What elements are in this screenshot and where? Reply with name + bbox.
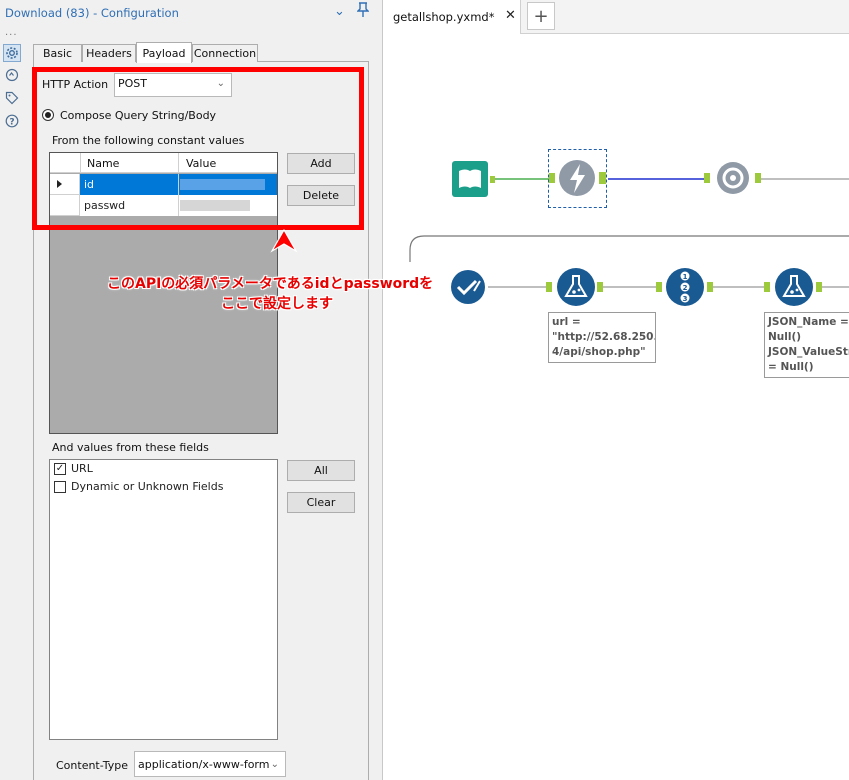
callout-arrow-icon <box>270 229 298 253</box>
content-type-label: Content-Type <box>56 759 128 772</box>
chevron-down-icon: ⌄ <box>270 759 279 770</box>
grid-header: Name Value <box>50 153 277 173</box>
field-label[interactable]: URL <box>71 462 93 475</box>
workflow-connections <box>409 178 849 288</box>
counter-digit: 3 <box>683 295 688 303</box>
http-action-label: HTTP Action <box>42 78 109 91</box>
grid-separator <box>178 174 179 195</box>
row-pointer-icon <box>57 180 62 188</box>
tab-connection[interactable]: Connection <box>192 44 258 62</box>
all-button[interactable]: All <box>287 460 355 481</box>
compose-label: Compose Query String/Body <box>60 109 217 122</box>
svg-text:?: ? <box>9 117 14 127</box>
callout-line-1: このAPIの必須パラメータであるidとpasswordを <box>107 276 434 292</box>
parse-tool-icon[interactable] <box>704 158 762 201</box>
fields-listbox: ✓ URL Dynamic or Unknown Fields <box>49 459 278 740</box>
dynamic-fields-checkbox[interactable] <box>54 481 66 493</box>
cycle-icon[interactable] <box>3 66 21 84</box>
text-input-tool-icon[interactable] <box>452 161 496 200</box>
tab-payload[interactable]: Payload <box>136 42 192 63</box>
row-header[interactable] <box>50 195 80 216</box>
formula-tool-icon[interactable] <box>764 266 826 311</box>
panel-title: Download (83) - Configuration <box>5 6 179 20</box>
column-header-name[interactable]: Name <box>87 157 119 170</box>
http-action-select[interactable]: POST ⌄ <box>114 73 232 97</box>
formula-tool-icon[interactable] <box>546 266 604 311</box>
chevron-down-icon[interactable]: ⌄ <box>334 4 345 19</box>
pin-icon[interactable] <box>356 2 370 21</box>
callout-line-2: ここで設定します <box>221 296 333 312</box>
counter-digit: 2 <box>683 284 688 292</box>
content-type-select[interactable]: application/x-www-form ⌄ <box>134 751 286 777</box>
masked-value[interactable] <box>180 200 250 211</box>
url-checkbox[interactable]: ✓ <box>54 463 66 475</box>
record-id-tool-icon[interactable]: 1 2 3 <box>656 266 714 311</box>
formula-annotation: JSON_Name = Null() JSON_ValueStrin = Nul… <box>764 312 849 378</box>
content-type-value: application/x-www-form <box>138 758 270 771</box>
tag-icon[interactable] <box>3 89 21 107</box>
http-action-value: POST <box>118 77 147 90</box>
delete-button[interactable]: Delete <box>287 185 355 206</box>
constant-values-label: From the following constant values <box>52 134 245 147</box>
download-tool-selected[interactable] <box>548 149 607 208</box>
field-label[interactable]: Dynamic or Unknown Fields <box>71 480 223 493</box>
gear-icon[interactable] <box>3 44 21 62</box>
table-row[interactable]: id <box>50 174 277 195</box>
table-row[interactable]: passwd <box>50 195 277 216</box>
grid-separator <box>80 153 81 173</box>
masked-value[interactable] <box>180 179 265 190</box>
compose-radio[interactable] <box>42 109 54 121</box>
cell-name[interactable]: passwd <box>84 199 125 212</box>
select-tool-icon[interactable] <box>450 268 490 309</box>
formula-annotation: url = "http://52.68.250. 4/api/shop.php" <box>548 312 656 363</box>
row-header[interactable] <box>50 174 80 195</box>
tab-headers[interactable]: Headers <box>82 44 136 62</box>
fields-label: And values from these fields <box>52 441 209 454</box>
cell-name[interactable]: id <box>84 178 94 191</box>
overflow-dots: ... <box>5 27 18 38</box>
callout-text: このAPIの必須パラメータであるidとpasswordを ここで設定します <box>107 274 433 314</box>
counter-digit: 1 <box>683 273 688 281</box>
tab-basic[interactable]: Basic <box>33 44 82 62</box>
chevron-down-icon: ⌄ <box>216 78 225 89</box>
app-window: Download (83) - Configuration ⌄ ... ? Ba… <box>0 0 849 780</box>
workflow-canvas[interactable]: getallshop.yxmd* ✕ + 1 2 3 url = "http:/… <box>384 0 849 780</box>
grid-separator <box>178 153 179 173</box>
column-header-value[interactable]: Value <box>186 157 216 170</box>
help-icon[interactable]: ? <box>3 112 21 130</box>
add-button[interactable]: Add <box>287 153 355 174</box>
grid-separator <box>178 195 179 216</box>
configuration-panel: Download (83) - Configuration ⌄ ... ? Ba… <box>0 0 383 780</box>
clear-button[interactable]: Clear <box>287 492 355 513</box>
